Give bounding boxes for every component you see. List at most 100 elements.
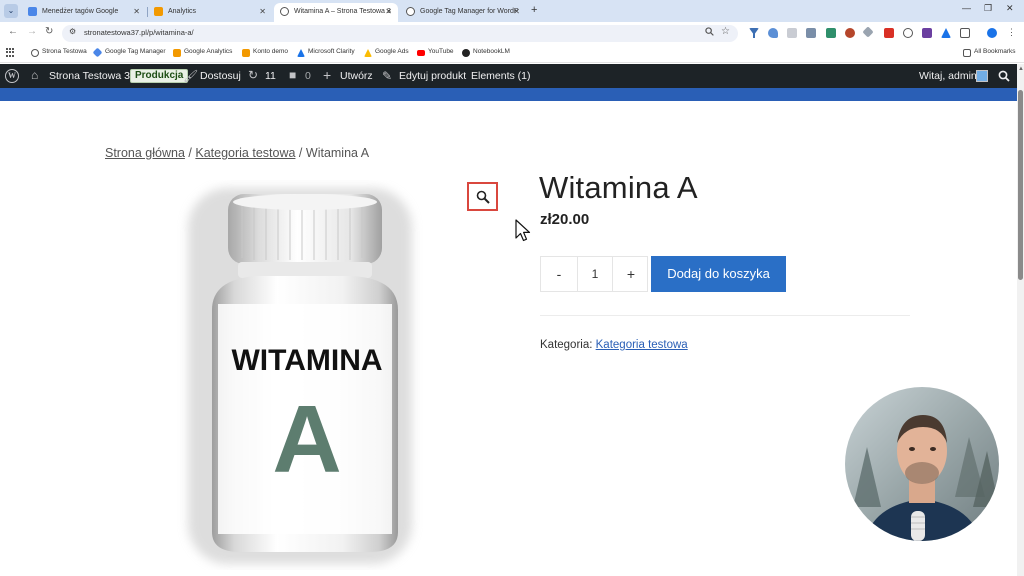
extension-icon[interactable] <box>884 28 894 38</box>
tab-gtm-wordpress[interactable]: Google Tag Manager for WordP ✕ <box>400 3 526 22</box>
browser-toolbar: ← → ↻ ⚙ stronatestowa37.pl/p/witamina-a/… <box>0 22 1024 44</box>
mouse-cursor-icon <box>515 219 531 242</box>
extension-icon[interactable] <box>862 26 874 38</box>
puzzle-icon[interactable] <box>960 28 970 38</box>
comments-count[interactable]: 0 <box>305 70 311 82</box>
restore-icon[interactable]: ❐ <box>984 3 992 14</box>
tab-gtm[interactable]: Menedżer tagów Google ✕ <box>22 3 146 22</box>
analytics-icon <box>173 49 181 57</box>
close-icon[interactable]: ✕ <box>133 3 140 20</box>
bookmark-star-icon[interactable]: ☆ <box>721 26 730 37</box>
product-price: zł20.00 <box>540 211 590 228</box>
image-label-letter: A <box>272 386 341 493</box>
extension-icon[interactable] <box>806 28 816 38</box>
quantity-stepper: - 1 + <box>540 256 648 292</box>
quantity-input[interactable]: 1 <box>577 257 613 291</box>
tab-witamina[interactable]: Witamina A – Strona Testowa 3 ✕ <box>274 3 398 22</box>
image-zoom-button[interactable] <box>467 182 498 211</box>
webcam-overlay <box>845 387 999 541</box>
category-link[interactable]: Kategoria testowa <box>596 339 688 351</box>
youtube-icon <box>417 50 425 56</box>
product-title: Witamina A <box>539 170 698 205</box>
globe-icon <box>406 7 415 16</box>
google-ads-icon <box>364 49 372 57</box>
tab-title: Google Tag Manager for WordP <box>420 8 519 15</box>
bookmark-item[interactable]: Strona Testowa <box>31 48 87 57</box>
address-bar[interactable]: ⚙ stronatestowa37.pl/p/witamina-a/ ☆ <box>62 25 738 42</box>
updates-icon: ↻ <box>248 68 259 82</box>
scrollbar-thumb[interactable] <box>1018 90 1023 280</box>
folder-icon <box>963 49 971 57</box>
quantity-decrease-button[interactable]: - <box>541 257 577 291</box>
site-name-link[interactable]: Strona Testowa 37 <box>49 70 136 82</box>
elements-link[interactable]: Elements (1) <box>471 70 531 82</box>
extension-icon[interactable] <box>845 28 855 38</box>
customize-link[interactable]: Dostosuj <box>200 70 241 82</box>
scroll-up-icon[interactable]: ▲ <box>1018 66 1024 72</box>
product-meta-category: Kategoria: Kategoria testowa <box>540 339 688 351</box>
close-icon[interactable]: ✕ <box>385 3 392 20</box>
forward-icon[interactable]: → <box>27 26 37 37</box>
all-bookmarks-button[interactable]: All Bookmarks <box>963 48 1016 57</box>
bookmark-item[interactable]: Google Ads <box>364 48 409 57</box>
tab-title: Menedżer tagów Google <box>42 8 119 15</box>
url-text: stronatestowa37.pl/p/witamina-a/ <box>84 28 194 37</box>
back-icon[interactable]: ← <box>8 26 18 37</box>
analytics-icon <box>154 7 163 16</box>
breadcrumb: Strona główna / Kategoria testowa / Wita… <box>105 146 369 160</box>
bookmark-item[interactable]: Konto demo <box>242 48 288 57</box>
reload-icon[interactable]: ↻ <box>45 26 53 37</box>
bookmark-item[interactable]: YouTube <box>417 48 454 56</box>
wordpress-logo-icon[interactable]: W <box>5 69 19 83</box>
category-label: Kategoria: <box>540 339 593 351</box>
menu-icon[interactable]: ⋮ <box>1007 27 1016 38</box>
notebooklm-icon <box>462 49 470 57</box>
browser-tab-strip: ⌄ Menedżer tagów Google ✕ Analytics ✕ Wi… <box>0 0 1024 22</box>
filter-extension-icon[interactable] <box>749 28 759 38</box>
pencil-icon: ✎ <box>382 69 393 83</box>
bookmark-item[interactable]: Google Analytics <box>173 48 232 57</box>
bookmark-item[interactable]: Microsoft Clarity <box>297 48 355 57</box>
updates-count[interactable]: 11 <box>265 70 276 82</box>
plus-icon: + <box>323 67 332 83</box>
tab-search-button[interactable]: ⌄ <box>4 4 18 18</box>
globe-icon <box>280 7 289 16</box>
bookmarks-bar: Strona Testowa Google Tag Manager Google… <box>0 44 1024 63</box>
bookmark-item[interactable]: Google Tag Manager <box>92 47 166 58</box>
extension-icon[interactable] <box>787 28 797 38</box>
bookmark-item[interactable]: NotebookLM <box>462 48 510 57</box>
add-to-cart-button[interactable]: Dodaj do koszyka <box>651 256 786 292</box>
apps-icon[interactable] <box>6 48 15 57</box>
close-icon[interactable]: ✕ <box>513 3 520 20</box>
site-info-icon[interactable]: ⚙ <box>69 27 76 36</box>
tag-extension-icon[interactable] <box>768 28 778 38</box>
comments-icon: ■ <box>289 68 297 82</box>
gtm-icon <box>92 47 103 58</box>
breadcrumb-home-link[interactable]: Strona główna <box>105 146 185 160</box>
zoom-icon[interactable] <box>705 27 714 36</box>
clarity-icon <box>297 49 305 57</box>
avatar[interactable] <box>976 70 988 82</box>
search-extension-icon[interactable] <box>903 28 913 38</box>
product-image[interactable]: WITAMINA A <box>150 180 450 570</box>
profile-icon[interactable] <box>987 28 997 38</box>
minimize-icon[interactable]: — <box>962 3 971 13</box>
close-icon[interactable]: ✕ <box>259 3 266 20</box>
edit-product-link[interactable]: Edytuj produkt <box>399 70 466 82</box>
user-greeting[interactable]: Witaj, admin <box>919 70 977 82</box>
extension-icon[interactable] <box>922 28 932 38</box>
search-icon[interactable] <box>998 70 1010 82</box>
gtm-icon <box>28 7 37 16</box>
new-content-link[interactable]: Utwórz <box>340 70 373 82</box>
breadcrumb-category-link[interactable]: Kategoria testowa <box>195 146 295 160</box>
extension-icon[interactable] <box>826 28 836 38</box>
quantity-increase-button[interactable]: + <box>613 257 649 291</box>
extension-icon[interactable] <box>941 28 951 38</box>
tab-title: Witamina A – Strona Testowa 3 <box>294 8 391 15</box>
tab-analytics[interactable]: Analytics ✕ <box>148 3 272 22</box>
new-tab-button[interactable]: + <box>531 4 537 16</box>
environment-badge: Produkcja <box>130 69 189 83</box>
magnifier-icon <box>476 190 490 204</box>
tab-title: Analytics <box>168 8 197 15</box>
window-close-icon[interactable]: ✕ <box>1006 3 1014 14</box>
